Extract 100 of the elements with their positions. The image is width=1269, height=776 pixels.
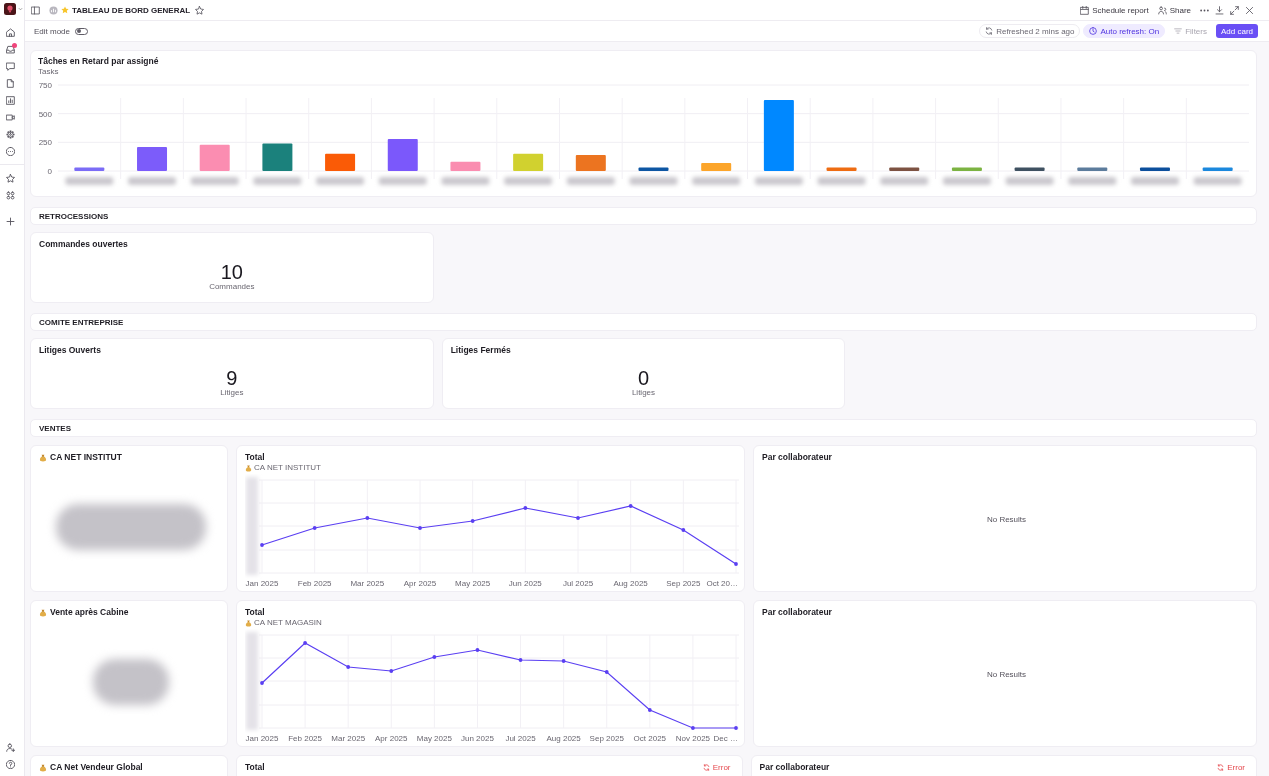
- bar[interactable]: [638, 167, 669, 171]
- data-point[interactable]: [518, 658, 523, 662]
- refresh-status-button[interactable]: Refreshed 2 mins ago: [979, 24, 1081, 38]
- blurred-label: [692, 177, 741, 185]
- bar[interactable]: [137, 146, 168, 171]
- metric-unit: Commandes: [208, 282, 256, 292]
- bar[interactable]: [1139, 167, 1170, 171]
- blurred-label: [504, 177, 553, 185]
- blurred-label: [1005, 177, 1054, 185]
- data-point[interactable]: [576, 516, 580, 520]
- axis-label: Jun 2025: [508, 579, 542, 588]
- axis-label: Oct 2025: [633, 734, 667, 743]
- blurred-label: [754, 177, 803, 185]
- chat-icon[interactable]: [5, 62, 15, 71]
- video-icon[interactable]: [5, 113, 15, 122]
- more-icon[interactable]: [5, 147, 15, 156]
- help-icon[interactable]: [5, 760, 15, 769]
- axis-label: Jun 2025: [461, 734, 494, 743]
- card-title: Total: [245, 452, 266, 463]
- data-point[interactable]: [523, 506, 528, 510]
- data-point[interactable]: [734, 562, 738, 566]
- data-point[interactable]: [312, 526, 317, 530]
- data-point[interactable]: [691, 726, 695, 730]
- schedule-report-button[interactable]: Schedule report: [1080, 5, 1149, 15]
- blurred-label: [629, 177, 678, 185]
- data-point[interactable]: [389, 669, 394, 673]
- data-point[interactable]: [303, 641, 307, 645]
- sidebar-toggle-icon[interactable]: [31, 5, 40, 15]
- gear-icon[interactable]: [5, 130, 15, 139]
- bar[interactable]: [889, 167, 920, 171]
- card-title: Total: [245, 762, 265, 773]
- close-icon[interactable]: [1245, 5, 1254, 15]
- share-button[interactable]: Share: [1157, 5, 1191, 15]
- bar[interactable]: [1014, 167, 1045, 171]
- metric-unit: Litiges: [219, 388, 245, 398]
- data-point[interactable]: [628, 504, 633, 508]
- apps-icon[interactable]: [5, 191, 15, 200]
- axis-label: May 2025: [416, 734, 452, 743]
- inbox-icon[interactable]: [5, 45, 15, 54]
- bar[interactable]: [1077, 167, 1108, 171]
- people-icon: [1157, 5, 1167, 15]
- auto-refresh-button[interactable]: Auto refresh: On: [1083, 24, 1166, 38]
- star-icon[interactable]: [5, 174, 15, 183]
- data-point[interactable]: [734, 726, 738, 730]
- axis-label: Mar 2025: [331, 734, 366, 743]
- star-icon: [61, 6, 69, 14]
- data-point[interactable]: [475, 648, 480, 652]
- card-subtitle: CA NET MAGASIN: [254, 618, 322, 628]
- more-options-icon[interactable]: [1200, 8, 1209, 12]
- retry-icon: [1217, 764, 1225, 771]
- section-header: COMITE ENTREPRISE: [30, 313, 1257, 331]
- document-icon[interactable]: [5, 79, 15, 88]
- app-logo-icon[interactable]: [4, 3, 16, 15]
- plus-icon[interactable]: [5, 217, 15, 226]
- data-point[interactable]: [647, 708, 652, 712]
- card-title: Litiges Ouverts: [39, 345, 102, 356]
- axis-label: Jul 2025: [505, 734, 536, 743]
- card-title: Par collaborateur: [762, 607, 833, 618]
- favorite-star-icon[interactable]: [195, 5, 205, 15]
- axis-title: Tasks: [38, 67, 60, 77]
- data-point[interactable]: [561, 659, 566, 663]
- axis-label: 500: [38, 109, 52, 119]
- clock-icon: [1089, 27, 1098, 35]
- money-bag-icon: [245, 464, 252, 472]
- axis-label: Jul 2025: [562, 579, 594, 588]
- blurred-label: [566, 177, 615, 185]
- data-point[interactable]: [470, 519, 475, 523]
- dashboard-title: TABLEAU DE BORD GENERAL: [72, 5, 191, 15]
- card-title: CA NET INSTITUT: [50, 452, 122, 463]
- card-title: Commandes ouvertes: [39, 239, 129, 250]
- axis-label: Jan 2025: [245, 734, 279, 743]
- edit-mode-toggle[interactable]: [75, 27, 89, 35]
- add-person-icon[interactable]: [5, 743, 15, 752]
- blurred-label: [128, 177, 177, 185]
- download-icon[interactable]: [1215, 5, 1224, 15]
- chart-icon[interactable]: [5, 96, 15, 105]
- money-bag-icon: [39, 608, 47, 617]
- data-point[interactable]: [260, 681, 264, 685]
- data-point[interactable]: [432, 655, 437, 659]
- data-point[interactable]: [346, 665, 351, 669]
- dashboard-icon: [49, 5, 58, 15]
- data-point[interactable]: [365, 516, 370, 520]
- axis-label: Jan 2025: [245, 579, 279, 588]
- bar[interactable]: [387, 138, 418, 171]
- axis-label: 250: [38, 138, 52, 148]
- axis-label: May 2025: [455, 579, 491, 588]
- blurred-label: [880, 177, 929, 185]
- data-point[interactable]: [418, 526, 422, 530]
- metric-value: 10: [219, 262, 244, 282]
- axis-label: Aug 2025: [546, 734, 581, 743]
- data-point[interactable]: [604, 670, 609, 674]
- axis-label: Mar 2025: [350, 579, 385, 588]
- axis-label: Nov 2025: [675, 734, 711, 743]
- data-point[interactable]: [260, 543, 264, 547]
- axis-label: Apr 2025: [375, 734, 408, 743]
- axis-label: Aug 2025: [613, 579, 648, 588]
- home-icon[interactable]: [5, 28, 15, 37]
- expand-icon[interactable]: [1230, 5, 1239, 15]
- data-point[interactable]: [681, 528, 686, 532]
- add-card-button[interactable]: Add card: [1215, 24, 1258, 38]
